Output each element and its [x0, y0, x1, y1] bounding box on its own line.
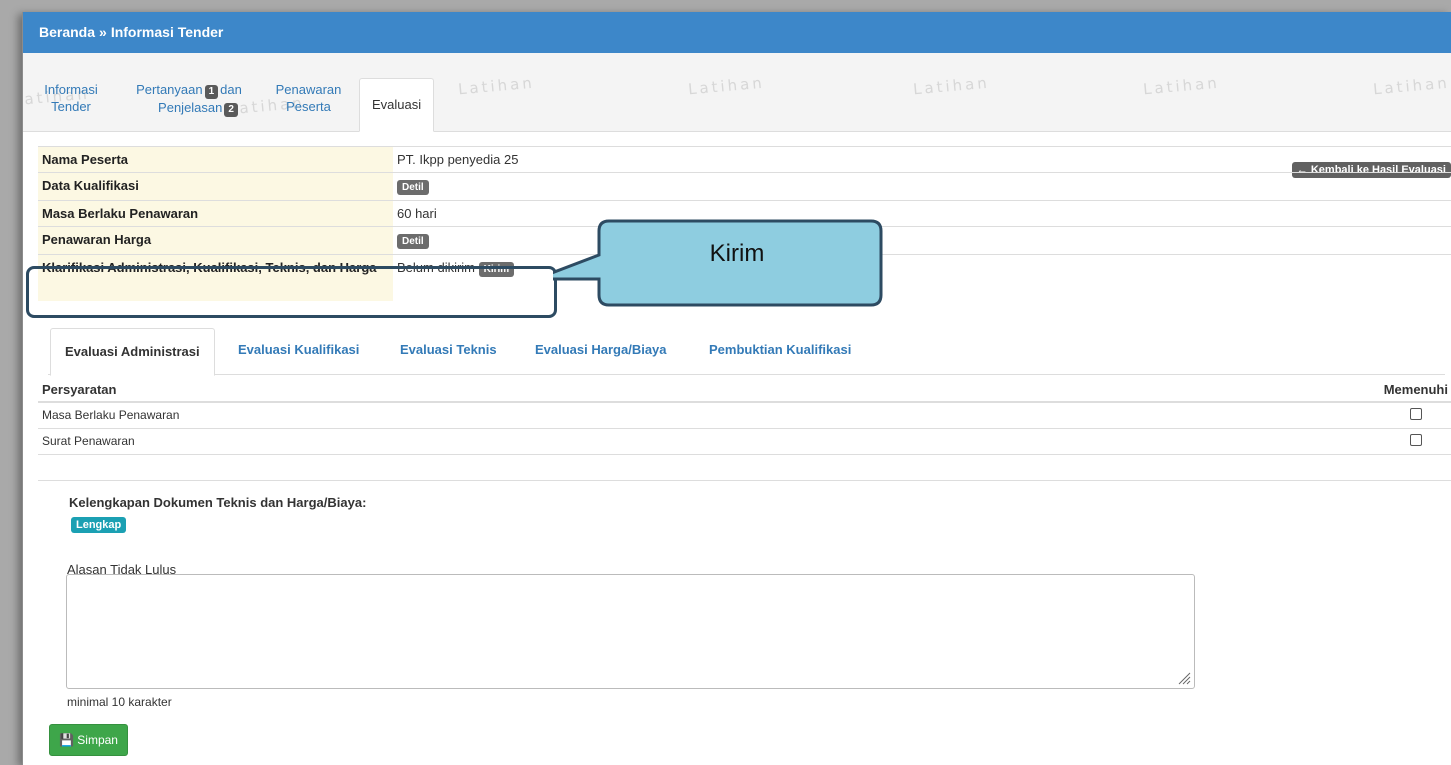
- requirements-table: Persyaratan Memenuhi Masa Berlaku Penawa…: [38, 378, 1451, 481]
- breadcrumb: Beranda» Informasi Tender: [23, 12, 1451, 53]
- tab-label: Peserta: [286, 99, 331, 114]
- callout-text: Kirim: [709, 240, 765, 267]
- tab-label: Penawaran: [275, 82, 342, 97]
- data-kualifikasi-label: Data Kualifikasi: [38, 172, 393, 201]
- memenuhi-checkbox[interactable]: [1409, 407, 1422, 420]
- tab-evaluasi-harga[interactable]: Evaluasi Harga/Biaya: [535, 342, 667, 357]
- memenuhi-checkbox[interactable]: [1409, 433, 1422, 446]
- tab-evaluasi-administrasi[interactable]: Evaluasi Administrasi: [50, 328, 215, 376]
- tab-penawaran-peserta[interactable]: Penawaran Peserta: [271, 81, 346, 115]
- watermark: Latihan: [912, 73, 991, 99]
- alasan-textarea[interactable]: [66, 574, 1195, 689]
- count-badge: 1: [204, 85, 219, 99]
- tab-label: Informasi: [44, 82, 98, 97]
- kelengkapan-title: Kelengkapan Dokumen Teknis dan Harga/Bia…: [69, 495, 367, 510]
- watermark: Latihan: [687, 73, 766, 99]
- table-row: Masa Berlaku Penawaran: [38, 402, 1451, 429]
- penawaran-harga-label: Penawaran Harga: [38, 226, 393, 255]
- resize-handle-icon[interactable]: [1177, 671, 1191, 685]
- tab-informasi-tender[interactable]: Informasi Tender: [41, 81, 101, 115]
- watermark: Latihan: [1142, 73, 1221, 99]
- floppy-disk-icon: 💾: [59, 733, 74, 747]
- detil-harga-button[interactable]: Detil: [397, 234, 429, 249]
- top-tab-bar: Latihan Latihan Latihan Latihan Latihan …: [23, 53, 1451, 132]
- table-row: [38, 454, 1451, 481]
- watermark: Latihan: [457, 73, 536, 99]
- requirement-label: Masa Berlaku Penawaran: [38, 402, 1380, 429]
- highlight-frame: [26, 266, 557, 318]
- tab-pembuktian-kualifikasi[interactable]: Pembuktian Kualifikasi: [709, 342, 851, 357]
- save-button-label: Simpan: [77, 733, 118, 747]
- detil-kualifikasi-button[interactable]: Detil: [397, 180, 429, 195]
- lengkap-badge: Lengkap: [71, 517, 127, 533]
- tab-label: dan: [220, 82, 242, 97]
- breadcrumb-current: Informasi Tender: [110, 24, 224, 40]
- evaluation-tab-bar: Evaluasi Administrasi Evaluasi Kualifika…: [48, 328, 1445, 376]
- alasan-hint: minimal 10 karakter: [67, 695, 172, 709]
- count-badge: 2: [224, 103, 238, 117]
- breadcrumb-separator: »: [99, 24, 107, 40]
- tab-label: Pertanyaan: [136, 82, 203, 97]
- masa-berlaku-value: 60 hari: [393, 200, 1451, 227]
- tab-evaluasi-teknis[interactable]: Evaluasi Teknis: [400, 342, 497, 357]
- app-window: Beranda» Informasi Tender Latihan Latihan…: [22, 12, 1451, 765]
- tab-evaluasi[interactable]: Evaluasi: [359, 78, 435, 132]
- tab-label: Tender: [51, 99, 91, 114]
- breadcrumb-home[interactable]: Beranda: [39, 24, 95, 40]
- table-row: Surat Penawaran: [38, 428, 1451, 455]
- save-button[interactable]: 💾 Simpan: [49, 724, 128, 756]
- tab-pertanyaan-penjelasan[interactable]: Pertanyaan 1 dan Penjelasan 2: [124, 81, 254, 117]
- table-row: Data Kualifikasi Detil: [38, 172, 1451, 201]
- table-header-row: Persyaratan Memenuhi: [38, 378, 1451, 403]
- nama-peserta-label: Nama Peserta: [38, 146, 393, 173]
- watermark: Latihan: [1372, 73, 1451, 99]
- column-header-persyaratan: Persyaratan: [38, 378, 1380, 403]
- masa-berlaku-label: Masa Berlaku Penawaran: [38, 200, 393, 227]
- requirement-label: Surat Penawaran: [38, 428, 1380, 455]
- tab-label: Penjelasan: [158, 100, 223, 115]
- table-row: Nama Peserta PT. Ikpp penyedia 25: [38, 146, 1451, 173]
- nama-peserta-value: PT. Ikpp penyedia 25: [393, 146, 1451, 173]
- column-header-memenuhi: Memenuhi: [1379, 378, 1451, 403]
- tab-evaluasi-kualifikasi[interactable]: Evaluasi Kualifikasi: [238, 342, 359, 357]
